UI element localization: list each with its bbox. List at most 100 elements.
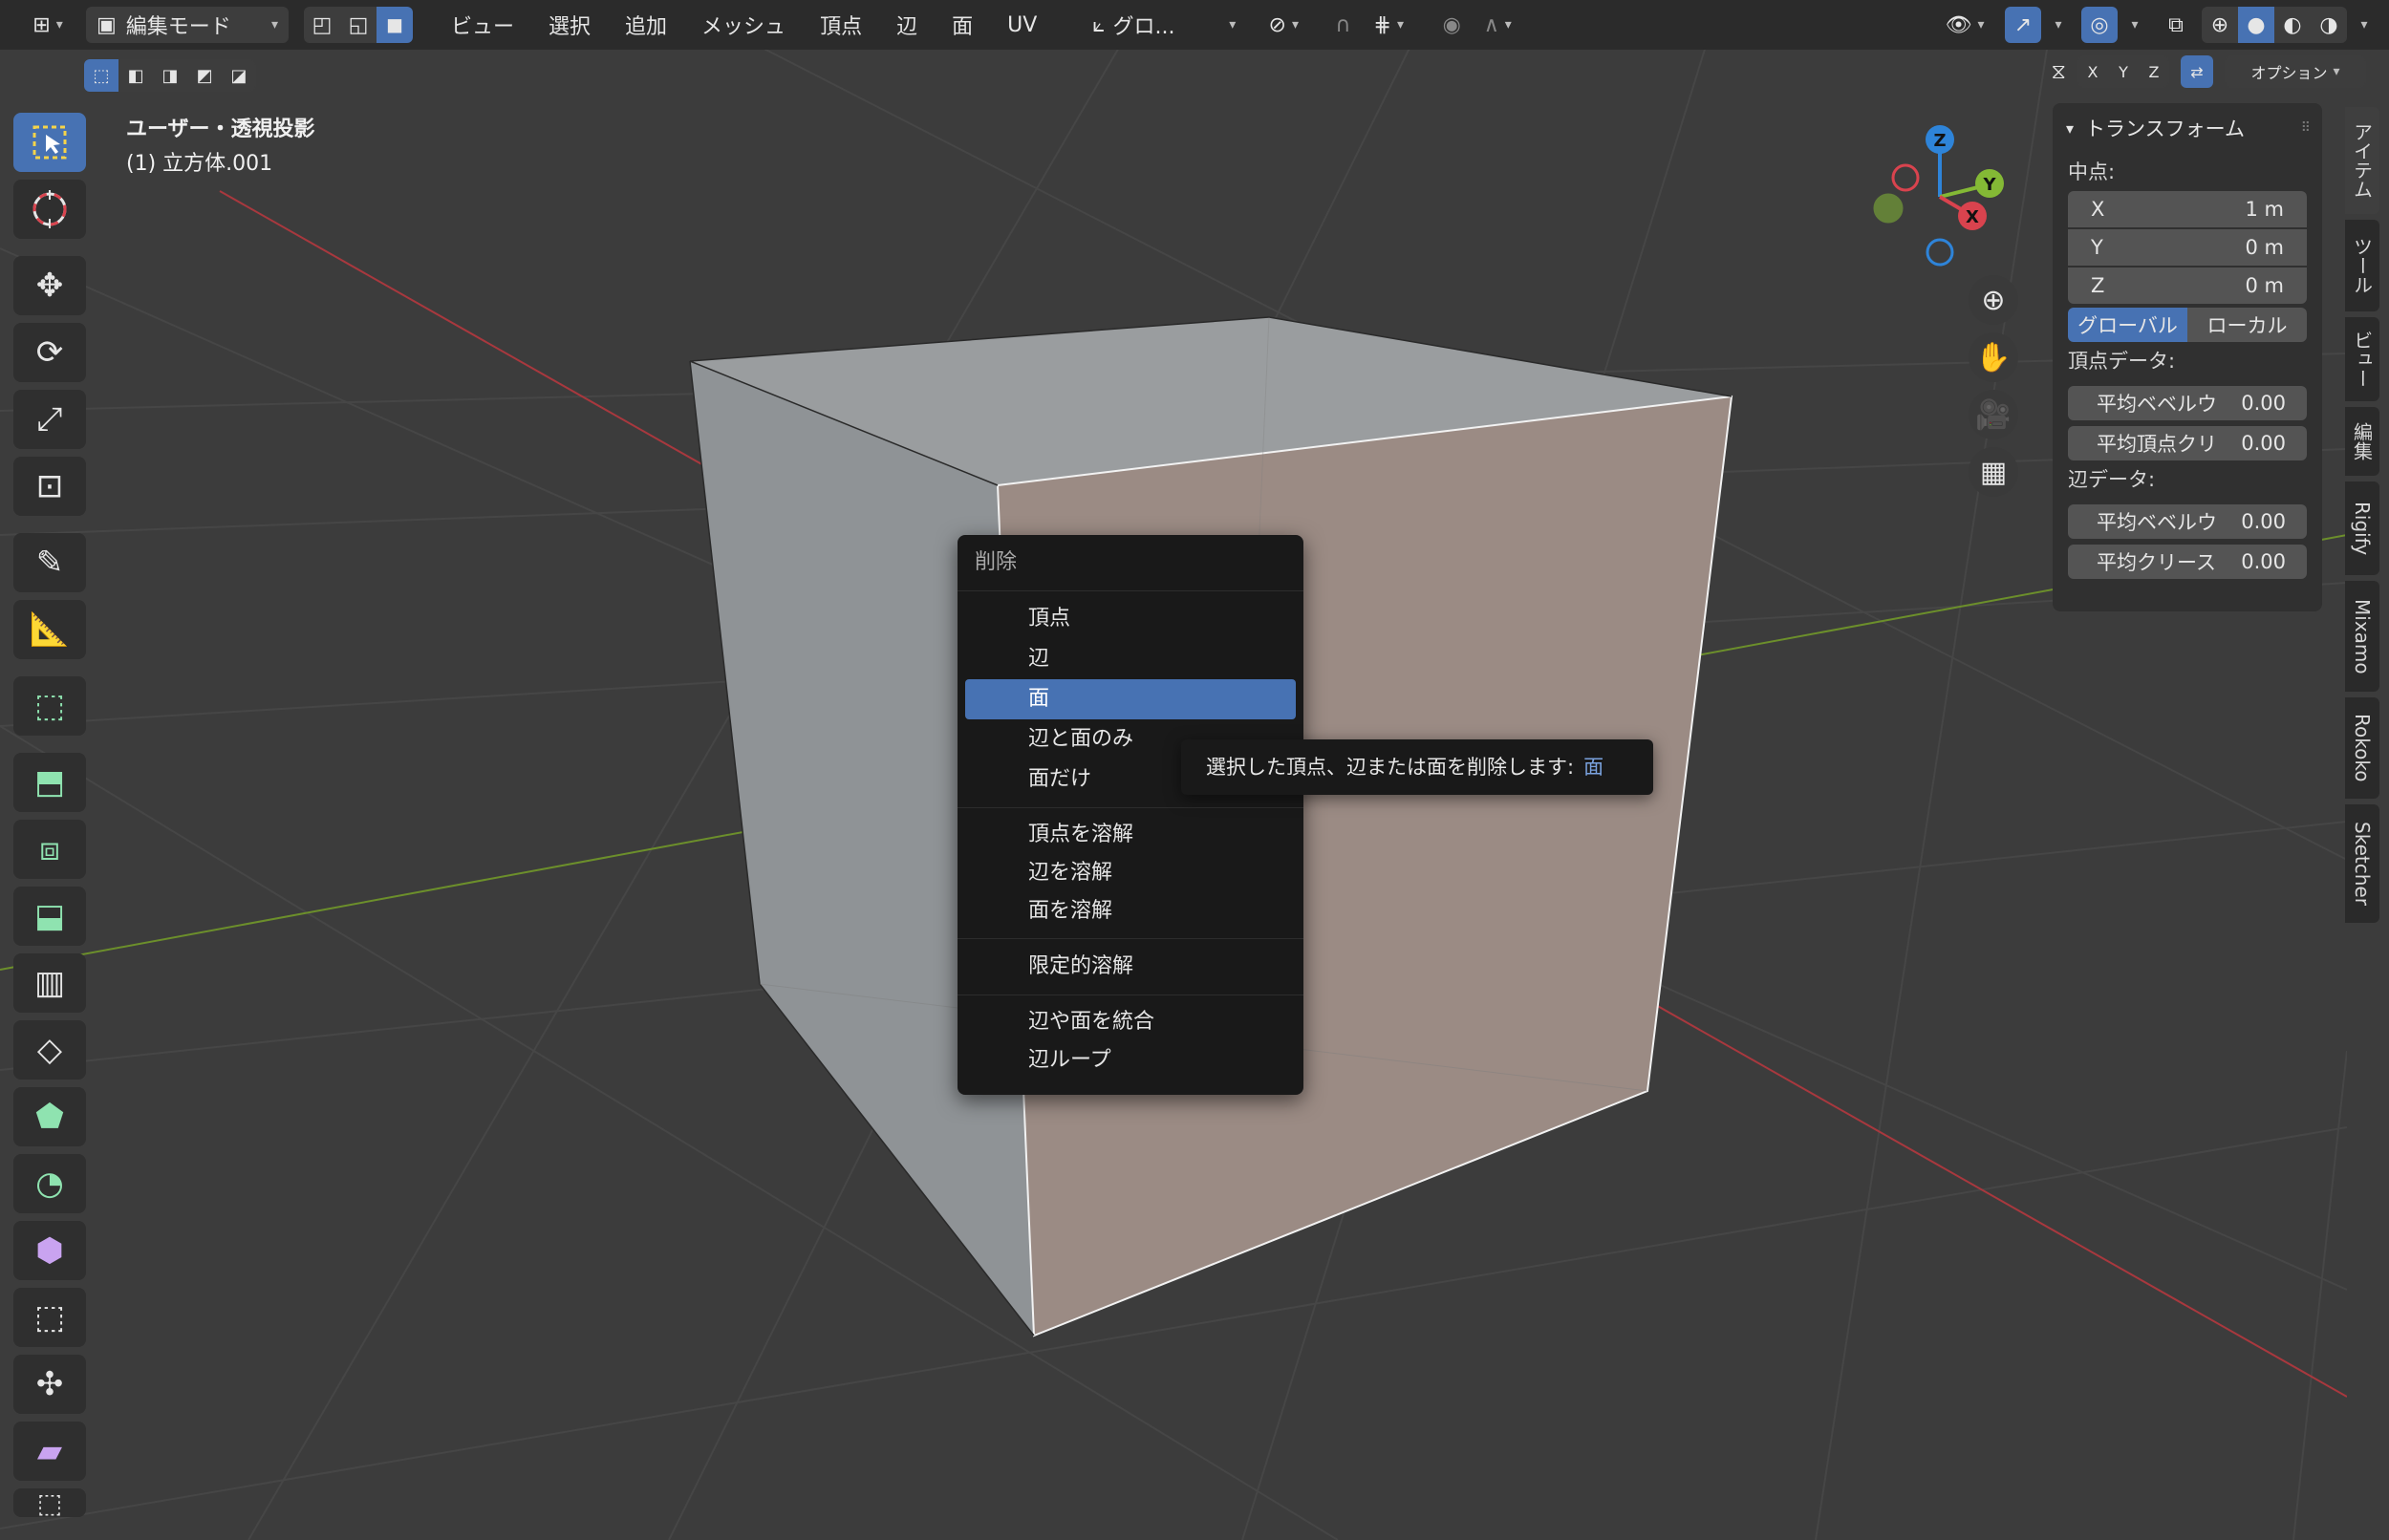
menu-face[interactable]: 面 xyxy=(935,7,990,43)
vertex-crease-slider[interactable]: 平均頂点クリ 0.00 xyxy=(2068,426,2307,460)
gizmo-toggle[interactable]: ↗ xyxy=(2005,7,2041,43)
overlay-dropdown[interactable]: ▾ xyxy=(2118,7,2146,43)
median-x-field[interactable]: X 1 m xyxy=(2068,191,2307,227)
select-subtract-button[interactable]: ◨ xyxy=(153,59,187,92)
median-y-field[interactable]: Y 0 m xyxy=(2068,229,2307,266)
mirror-z-button[interactable]: Z xyxy=(2139,55,2169,88)
menu-item-collapse[interactable]: 辺や面を統合 xyxy=(965,1003,1296,1041)
options-dropdown[interactable]: オプション ▾ xyxy=(2225,55,2366,88)
vertex-select-button[interactable]: ◰ xyxy=(304,7,340,43)
mirror-x-button[interactable]: X xyxy=(2077,55,2108,88)
menu-view[interactable]: ビュー xyxy=(434,7,531,43)
tool-bevel[interactable]: ⬓ xyxy=(13,887,86,946)
tool-transform[interactable]: ⊡ xyxy=(13,457,86,516)
select-intersect-button[interactable]: ◪ xyxy=(222,59,256,92)
auto-merge-toggle[interactable]: ⇄ xyxy=(2181,55,2213,88)
menu-uv[interactable]: UV xyxy=(990,7,1054,43)
gizmo-dropdown[interactable]: ▾ xyxy=(2041,7,2070,43)
global-button[interactable]: グローバル xyxy=(2068,308,2187,342)
select-invert-button[interactable]: ◩ xyxy=(187,59,222,92)
visibility-dropdown[interactable]: 👁 ▾ xyxy=(1936,7,1993,43)
edge-bevel-weight-slider[interactable]: 平均ベベルウ 0.00 xyxy=(2068,504,2307,539)
zoom-button[interactable]: ⊕ xyxy=(1969,275,2018,325)
solid-shading-button[interactable]: ● xyxy=(2238,7,2274,43)
tab-sketcher[interactable]: Sketcher xyxy=(2345,804,2379,923)
tool-edge-slide[interactable]: ⬚ xyxy=(13,1288,86,1347)
menu-item-limited-dissolve[interactable]: 限定的溶解 xyxy=(965,947,1296,987)
menu-item-dissolve-vertices[interactable]: 頂点を溶解 xyxy=(965,816,1296,854)
tool-rotate[interactable]: ⟳ xyxy=(13,323,86,382)
face-select-button[interactable]: ◼ xyxy=(377,7,413,43)
tab-rokoko[interactable]: Rokoko xyxy=(2345,697,2379,799)
gizmo-neg-x[interactable] xyxy=(1891,163,1920,192)
tab-tool[interactable]: ツール xyxy=(2345,220,2379,311)
tab-view[interactable]: ビュー xyxy=(2345,317,2379,401)
edge-crease-slider[interactable]: 平均クリース 0.00 xyxy=(2068,545,2307,579)
tool-rip[interactable]: ⬚ xyxy=(13,1487,86,1519)
menu-item-edges[interactable]: 辺 xyxy=(965,639,1296,679)
tool-cursor[interactable] xyxy=(13,180,86,239)
overlay-toggle[interactable]: ◎ xyxy=(2081,7,2118,43)
navigation-gizmo[interactable]: Z Y X xyxy=(1862,118,2005,271)
menu-item-faces[interactable]: 面 xyxy=(965,679,1296,719)
mode-dropdown[interactable]: ▣ 編集モード ▾ xyxy=(86,7,289,43)
menu-item-dissolve-faces[interactable]: 面を溶解 xyxy=(965,892,1296,930)
face-select-icon: ◼ xyxy=(385,12,404,37)
shading-dropdown[interactable]: ▾ xyxy=(2347,7,2376,43)
snap-toggle[interactable]: ∩ xyxy=(1324,7,1362,43)
vertex-bevel-weight-slider[interactable]: 平均ベベルウ 0.00 xyxy=(2068,386,2307,420)
tab-item[interactable]: アイテム xyxy=(2345,107,2379,214)
select-new-button[interactable]: ⬚ xyxy=(84,59,118,92)
rendered-shading-button[interactable]: ◑ xyxy=(2311,7,2347,43)
menu-item-edge-loops[interactable]: 辺ループ xyxy=(965,1041,1296,1080)
falloff-dropdown[interactable]: ∧ ▾ xyxy=(1471,7,1524,43)
menu-select[interactable]: 選択 xyxy=(531,7,608,43)
snap-target-dropdown[interactable]: ⋕ ▾ xyxy=(1362,7,1415,43)
pan-button[interactable]: ✋ xyxy=(1969,332,2018,382)
tool-move[interactable]: ✥ xyxy=(13,256,86,315)
tool-annotate[interactable]: ✎ xyxy=(13,533,86,592)
perspective-toggle-button[interactable]: ▦ xyxy=(1969,447,2018,497)
menu-edge[interactable]: 辺 xyxy=(879,7,935,43)
tool-poly-build[interactable]: ⬟ xyxy=(13,1087,86,1146)
tool-scale[interactable]: ⤢ xyxy=(13,390,86,449)
select-extend-button[interactable]: ◧ xyxy=(118,59,153,92)
proportional-edit-toggle[interactable]: ◉ xyxy=(1432,7,1471,43)
menu-bar: ビュー 選択 追加 メッシュ 頂点 辺 面 UV xyxy=(434,7,1054,43)
tool-add-cube[interactable]: ⬚ xyxy=(13,676,86,736)
tool-measure[interactable]: 📐 xyxy=(13,600,86,659)
material-shading-button[interactable]: ◐ xyxy=(2274,7,2311,43)
tool-shrink-fatten[interactable]: ✣ xyxy=(13,1355,86,1414)
local-button[interactable]: ローカル xyxy=(2187,308,2307,342)
gizmo-neg-z[interactable] xyxy=(1926,238,1954,267)
pivot-point-dropdown[interactable]: ⊘ ▾ xyxy=(1255,7,1312,43)
tool-loop-cut[interactable]: ▥ xyxy=(13,953,86,1013)
drag-handle-icon[interactable]: ⠿ xyxy=(2301,120,2311,136)
editor-type-button[interactable]: ⊞ ▾ xyxy=(19,7,76,43)
transform-icon: ⊡ xyxy=(35,467,64,505)
gizmo-neg-y[interactable] xyxy=(1873,193,1904,224)
menu-vertex[interactable]: 頂点 xyxy=(803,7,879,43)
median-z-field[interactable]: Z 0 m xyxy=(2068,267,2307,304)
tool-shear[interactable]: ▰ xyxy=(13,1422,86,1481)
tab-rigify[interactable]: Rigify xyxy=(2345,481,2379,575)
tool-smooth[interactable]: ⬢ xyxy=(13,1221,86,1280)
xray-toggle[interactable]: ⧉ xyxy=(2158,7,2194,43)
tool-extrude[interactable]: ⬒ xyxy=(13,753,86,812)
camera-view-button[interactable]: 🎥 xyxy=(1969,390,2018,439)
menu-item-dissolve-edges[interactable]: 辺を溶解 xyxy=(965,854,1296,892)
transform-panel-header[interactable]: ▾ トランスフォーム ⠿ xyxy=(2053,103,2322,153)
tab-edit[interactable]: 編集 xyxy=(2345,407,2379,476)
transform-orientation-dropdown[interactable]: ⟀ グロ... ▾ xyxy=(1092,7,1236,43)
wireframe-shading-button[interactable]: ⊕ xyxy=(2202,7,2238,43)
menu-add[interactable]: 追加 xyxy=(608,7,684,43)
menu-item-vertices[interactable]: 頂点 xyxy=(965,599,1296,639)
tab-mixamo[interactable]: Mixamo xyxy=(2345,581,2379,692)
tool-knife[interactable]: ◇ xyxy=(13,1020,86,1080)
edge-select-button[interactable]: ◱ xyxy=(340,7,377,43)
tool-inset[interactable]: ⧈ xyxy=(13,820,86,879)
mirror-y-button[interactable]: Y xyxy=(2108,55,2139,88)
menu-mesh[interactable]: メッシュ xyxy=(684,7,803,43)
tool-select-box[interactable] xyxy=(13,113,86,172)
tool-spin[interactable]: ◔ xyxy=(13,1154,86,1213)
